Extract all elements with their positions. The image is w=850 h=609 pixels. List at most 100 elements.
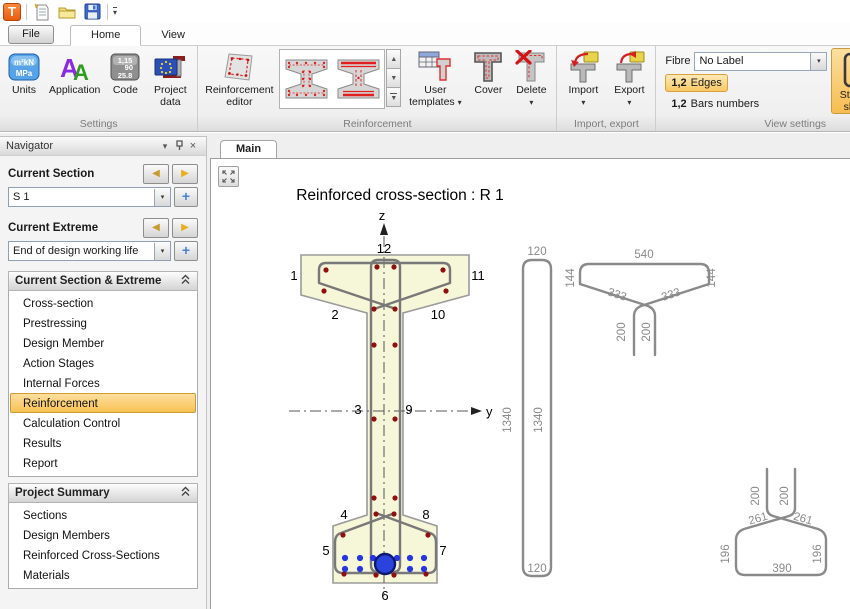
fibre-dropdown[interactable]: No Label ▾	[694, 52, 827, 71]
dropdown-arrow-icon: ▾	[581, 98, 585, 107]
gallery-down-button[interactable]: ▼	[386, 68, 401, 88]
template-gallery-box	[279, 49, 385, 109]
ribbon-tab-bar: File Home View	[0, 23, 850, 46]
gallery-up-button[interactable]: ▲	[386, 49, 401, 69]
code-button[interactable]: 1,159025.8 Code	[104, 48, 146, 98]
nav-item-reinforcement[interactable]: Reinforcement	[10, 393, 196, 413]
gallery-more-button[interactable]: ▼	[386, 87, 401, 107]
import-icon	[566, 50, 600, 84]
stirrups-shape-button[interactable]: Stirrups shape	[831, 48, 850, 114]
template-gallery: ▲ ▼ ▼	[279, 49, 401, 109]
project-summary-header[interactable]: Project Summary	[8, 483, 198, 503]
bar-label-4: 4	[340, 507, 347, 522]
user-templates-icon	[418, 50, 452, 84]
left-arrow-icon: ◀	[152, 222, 160, 233]
import-button[interactable]: Import▾	[560, 48, 606, 110]
section-extreme-header-label: Current Section & Extreme	[15, 275, 161, 287]
main-area: Main Reinforced cross-section : R 1 z y	[210, 136, 850, 609]
edges-toggle[interactable]: 1,2 Edges	[665, 74, 728, 92]
current-section-value: S 1	[9, 191, 154, 203]
bar-label-3: 3	[354, 402, 361, 417]
bar-label-11: 11	[471, 268, 485, 283]
tab-file[interactable]: File	[8, 25, 54, 44]
group-label-import-export: Import, export	[557, 117, 655, 131]
nav-item-materials[interactable]: Materials	[10, 565, 196, 585]
nav-item-reinforced-cross-sections[interactable]: Reinforced Cross-Sections	[10, 545, 196, 565]
current-section-label: Current Section	[8, 168, 140, 180]
new-document-icon	[34, 3, 50, 21]
tab-home[interactable]: Home	[70, 25, 141, 46]
save-button[interactable]	[82, 2, 102, 22]
nav-item-results[interactable]: Results	[10, 433, 196, 453]
bar-label-7: 7	[439, 543, 446, 558]
chevron-up-icon	[180, 486, 191, 500]
add-extreme-button[interactable]: +	[174, 241, 198, 261]
open-button[interactable]	[57, 2, 77, 22]
current-extreme-dropdown[interactable]: End of design working life ▾	[8, 241, 171, 261]
bar-label-8: 8	[422, 507, 429, 522]
application-button[interactable]: AA Application	[45, 48, 104, 98]
project-data-button[interactable]: Project data	[146, 48, 194, 110]
dim-flange-side-right: 144	[706, 268, 718, 288]
dim-bottom-width: 390	[772, 563, 791, 575]
nav-item-design-member[interactable]: Design Member	[10, 333, 196, 353]
ribbon-group-settings: m²kNMPa Units AA Application 1,159025.8 …	[0, 46, 198, 131]
import-label: Import▾	[568, 84, 598, 108]
next-extreme-button[interactable]: ▶	[172, 218, 198, 238]
quick-access-dropdown-icon[interactable]: ▾	[113, 7, 117, 17]
previous-section-button[interactable]: ◀	[143, 164, 169, 184]
zoom-fit-button[interactable]	[218, 166, 239, 187]
current-extreme-row: Current Extreme ◀ ▶	[8, 217, 198, 239]
drawing-canvas: Reinforced cross-section : R 1 z y	[210, 158, 850, 609]
separator	[107, 4, 108, 20]
current-extreme-value: End of design working life	[9, 245, 154, 257]
nav-item-prestressing[interactable]: Prestressing	[10, 313, 196, 333]
tab-main[interactable]: Main	[220, 140, 277, 158]
cross-section-drawing: Reinforced cross-section : R 1 z y	[211, 159, 850, 609]
application-label: Application	[49, 84, 100, 96]
section-extreme-header[interactable]: Current Section & Extreme	[8, 271, 198, 291]
delete-button[interactable]: Delete▾	[509, 48, 553, 110]
up-arrow-icon: ▲	[390, 56, 397, 63]
nav-item-cross-section[interactable]: Cross-section	[10, 293, 196, 313]
svg-text:MPa: MPa	[16, 69, 33, 78]
dim-flange-slant-left: 333	[606, 286, 628, 303]
units-button[interactable]: m²kNMPa Units	[3, 48, 45, 98]
current-extreme-dropdown-button[interactable]: ▾	[154, 243, 170, 260]
nav-item-internal-forces[interactable]: Internal Forces	[10, 373, 196, 393]
chevron-up-icon	[180, 274, 191, 288]
app-logo[interactable]: T	[3, 3, 21, 21]
current-section-dropdown-button[interactable]: ▾	[154, 189, 170, 206]
panel-menu-icon[interactable]: ▾	[158, 141, 172, 152]
dim-flange-leg-left: 200	[616, 322, 628, 341]
bar-label-2: 2	[331, 307, 338, 322]
navigator-panel: Navigator ▾ × Current Section ◀ ▶ S 1 ▾ …	[0, 136, 207, 609]
nav-item-calculation-control[interactable]: Calculation Control	[10, 413, 196, 433]
user-templates-button[interactable]: User templates ▾	[403, 48, 467, 110]
delete-label: Delete▾	[516, 84, 546, 108]
export-button[interactable]: Export▾	[606, 48, 652, 110]
bars-numbers-toggle[interactable]: 1,2 Bars numbers	[665, 95, 765, 113]
tab-view[interactable]: View	[141, 26, 205, 45]
add-section-button[interactable]: +	[174, 187, 198, 207]
nav-item-sections[interactable]: Sections	[10, 505, 196, 525]
stirrup-dimension-drawings	[523, 260, 826, 576]
nav-item-report[interactable]: Report	[10, 453, 196, 473]
current-section-dropdown[interactable]: S 1 ▾	[8, 187, 171, 207]
nav-item-design-members[interactable]: Design Members	[10, 525, 196, 545]
reinforcement-editor-button[interactable]: Reinforcement editor	[201, 48, 277, 110]
dim-flange-top: 540	[634, 249, 653, 261]
dropdown-arrow-icon: ▾	[161, 193, 165, 201]
next-section-button[interactable]: ▶	[172, 164, 198, 184]
new-document-button[interactable]	[32, 2, 52, 22]
close-icon[interactable]: ×	[186, 140, 200, 152]
nav-item-action-stages[interactable]: Action Stages	[10, 353, 196, 373]
cover-button[interactable]: Cover	[467, 48, 509, 98]
pin-icon[interactable]	[172, 140, 186, 153]
template-thumb-2[interactable]	[335, 56, 382, 102]
fibre-dropdown-button[interactable]: ▾	[810, 53, 826, 70]
save-icon	[84, 3, 101, 20]
template-thumb-1[interactable]	[283, 56, 330, 102]
navigator-titlebar: Navigator ▾ ×	[0, 137, 206, 156]
previous-extreme-button[interactable]: ◀	[143, 218, 169, 238]
